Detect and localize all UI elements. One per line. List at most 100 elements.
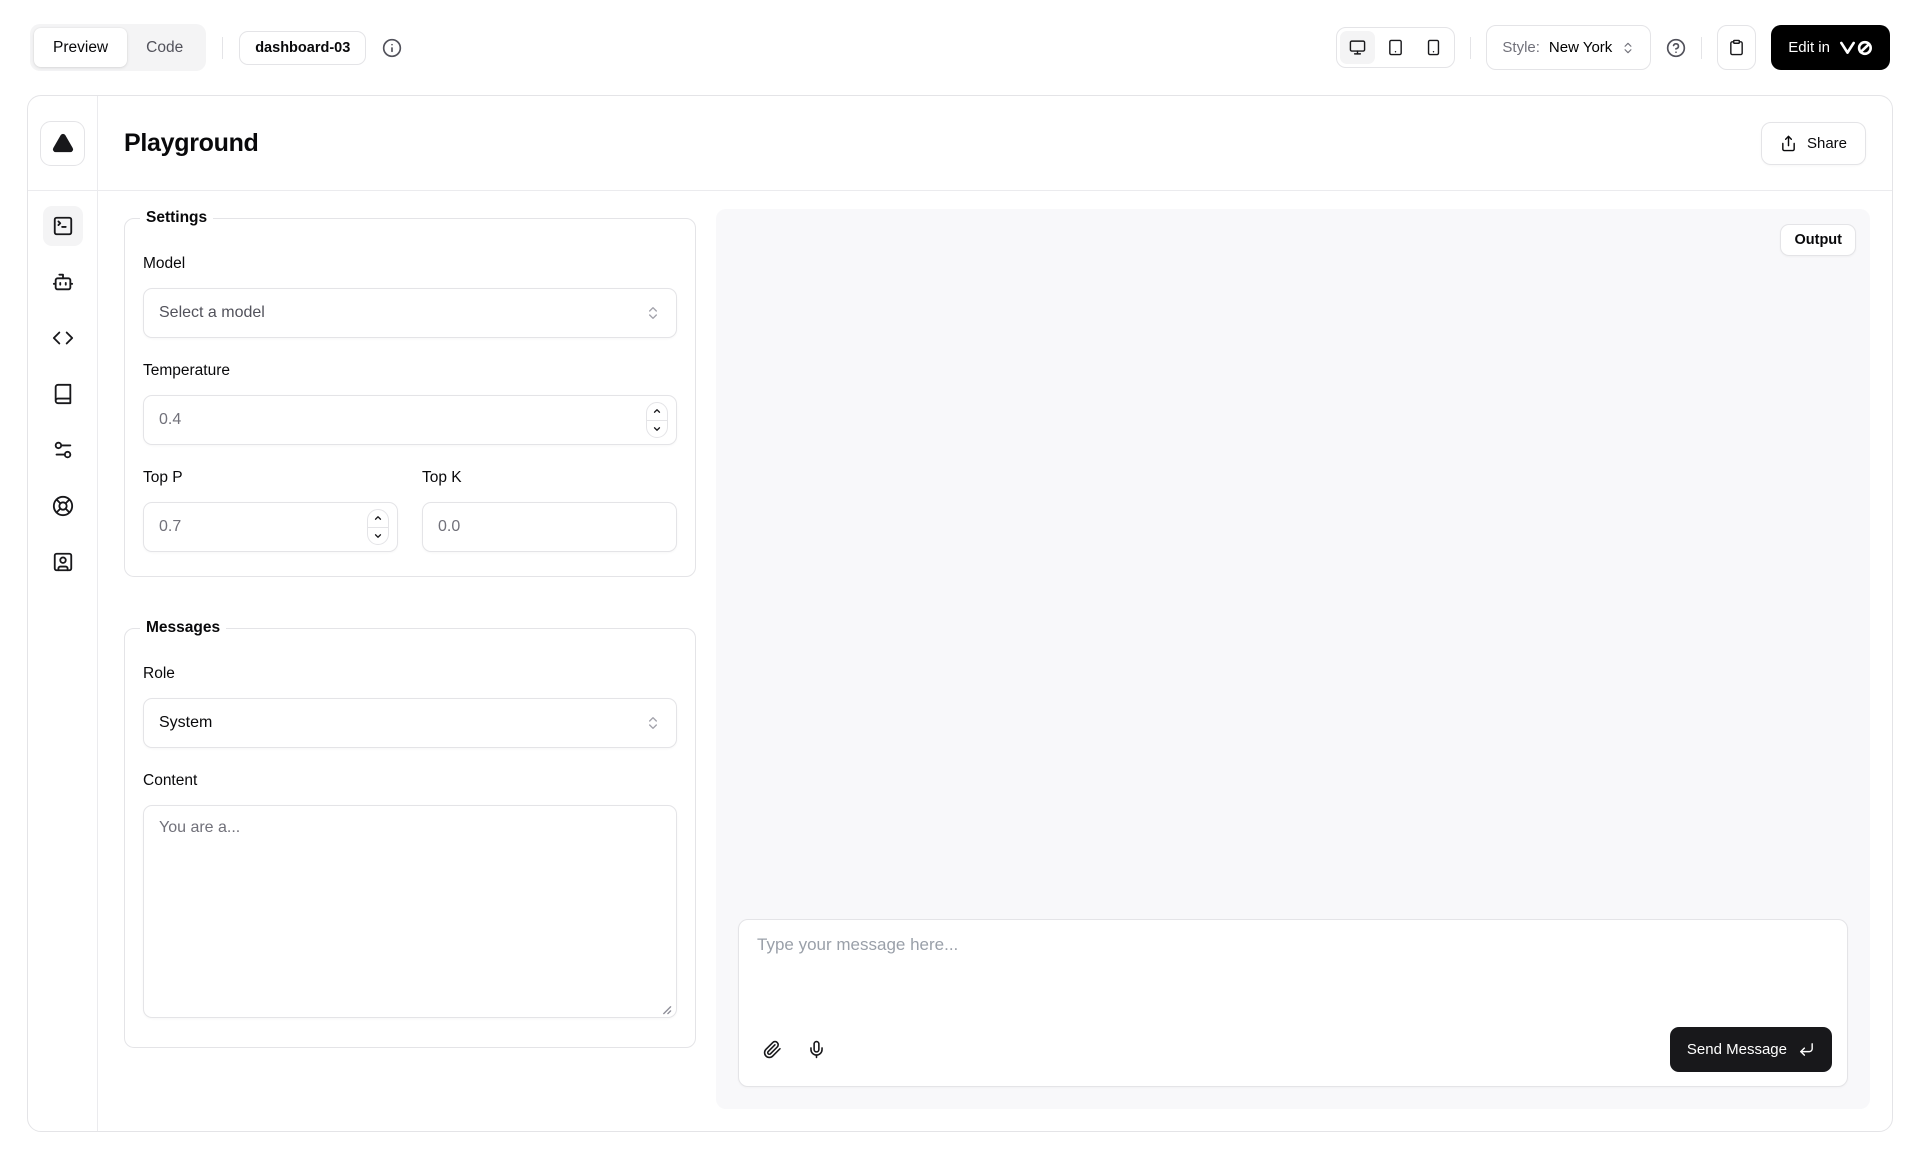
help-circle-icon xyxy=(1666,38,1686,58)
smartphone-icon xyxy=(1425,39,1442,56)
mic-icon xyxy=(807,1040,826,1059)
project-badge: dashboard-03 xyxy=(239,31,366,65)
chevrons-up-down-icon xyxy=(645,305,661,321)
info-icon xyxy=(382,38,402,58)
settings-fieldset: Settings Model Select a model Temperatur… xyxy=(124,209,696,577)
divider xyxy=(1470,37,1471,59)
device-desktop-toggle[interactable] xyxy=(1340,31,1375,64)
chevron-up-icon[interactable] xyxy=(368,510,388,527)
chevron-down-icon[interactable] xyxy=(368,527,388,545)
content-label: Content xyxy=(143,772,677,790)
top-p-stepper[interactable] xyxy=(367,509,389,545)
settings-legend: Settings xyxy=(140,209,213,227)
sidebar-item-playground[interactable] xyxy=(43,206,83,246)
device-tablet-toggle[interactable] xyxy=(1378,31,1413,64)
model-label: Model xyxy=(143,255,677,273)
paperclip-icon xyxy=(763,1040,782,1059)
sidebar-item-documentation[interactable] xyxy=(43,374,83,414)
playground-body: Settings Model Select a model Temperatur… xyxy=(98,191,1892,1131)
chevron-up-icon[interactable] xyxy=(647,403,667,420)
divider xyxy=(222,37,223,59)
messages-legend: Messages xyxy=(140,619,226,637)
use-microphone-button[interactable] xyxy=(798,1032,834,1068)
temperature-stepper[interactable] xyxy=(646,402,668,438)
sidebar-item-settings[interactable] xyxy=(43,430,83,470)
temperature-input[interactable] xyxy=(143,395,677,445)
copy-code-button[interactable] xyxy=(1717,25,1756,70)
temperature-field: Temperature xyxy=(143,362,677,445)
sidebar-nav xyxy=(28,191,97,617)
style-select-value: New York xyxy=(1549,39,1612,56)
style-select-label: Style: xyxy=(1502,39,1540,56)
preview-frame: Playground Share Settings Model Select a… xyxy=(27,95,1893,1132)
style-select-box: Style: New York xyxy=(1486,25,1651,70)
messages-fieldset: Messages Role System Content xyxy=(124,619,696,1048)
code-icon xyxy=(52,327,74,349)
output-badge: Output xyxy=(1780,224,1856,256)
edit-in-v0-label: Edit in xyxy=(1788,39,1830,56)
style-select[interactable]: Style: New York xyxy=(1486,25,1651,70)
page-title: Playground xyxy=(124,129,259,158)
top-p-input[interactable] xyxy=(143,502,398,552)
monitor-icon xyxy=(1349,39,1366,56)
top-p-field: Top P xyxy=(143,469,398,552)
send-message-button[interactable]: Send Message xyxy=(1670,1027,1832,1072)
chevron-down-icon[interactable] xyxy=(647,420,667,438)
divider xyxy=(1701,37,1702,59)
model-field: Model Select a model xyxy=(143,255,677,338)
share-button-label: Share xyxy=(1807,135,1847,152)
share-button[interactable]: Share xyxy=(1761,122,1866,165)
life-buoy-icon xyxy=(52,495,74,517)
top-p-label: Top P xyxy=(143,469,398,487)
clipboard-icon xyxy=(1728,39,1745,56)
bot-icon xyxy=(52,271,74,293)
output-panel: Output xyxy=(716,209,1870,1109)
sidebar-item-help[interactable] xyxy=(43,486,83,526)
triangle-logo-icon xyxy=(52,132,74,154)
sidebar-item-models[interactable] xyxy=(43,262,83,302)
toolbar-right-group: Style: New York Edit in xyxy=(1336,25,1890,70)
model-select[interactable]: Select a model xyxy=(143,288,677,338)
edit-in-v0-button[interactable]: Edit in xyxy=(1771,25,1890,70)
square-user-icon xyxy=(52,551,74,573)
main-content: Playground Share Settings Model Select a… xyxy=(98,96,1892,1131)
attach-file-button[interactable] xyxy=(754,1032,790,1068)
top-toolbar: Preview Code dashboard-03 xyxy=(0,0,1920,95)
role-field: Role System xyxy=(143,665,677,748)
settings-column: Settings Model Select a model Temperatur… xyxy=(124,209,696,1109)
send-message-label: Send Message xyxy=(1687,1041,1787,1058)
corner-down-left-icon xyxy=(1798,1041,1815,1058)
temperature-label: Temperature xyxy=(143,362,677,380)
sidebar-item-account[interactable] xyxy=(43,542,83,582)
sidebar-bottom-group xyxy=(43,486,83,602)
chevrons-up-down-icon xyxy=(1621,41,1635,55)
role-select-value: System xyxy=(159,714,212,732)
sidebar-rail xyxy=(28,96,98,1131)
info-button[interactable] xyxy=(382,38,402,58)
device-toggle-group xyxy=(1336,27,1455,68)
tab-preview[interactable]: Preview xyxy=(34,28,127,67)
view-mode-tabs: Preview Code xyxy=(30,24,206,71)
tablet-icon xyxy=(1387,39,1404,56)
square-terminal-icon xyxy=(52,215,74,237)
chevrons-up-down-icon xyxy=(645,715,661,731)
app-logo-button[interactable] xyxy=(40,121,85,166)
tab-code[interactable]: Code xyxy=(127,28,202,67)
page-header: Playground Share xyxy=(98,96,1892,191)
share-icon xyxy=(1780,135,1797,152)
device-phone-toggle[interactable] xyxy=(1416,31,1451,64)
top-p-k-row: Top P Top K xyxy=(143,469,677,552)
top-k-input[interactable] xyxy=(422,502,677,552)
sidebar-logo-cell xyxy=(28,96,97,191)
message-composer: Send Message xyxy=(738,919,1848,1087)
role-select[interactable]: System xyxy=(143,698,677,748)
v0-logo-icon xyxy=(1839,40,1873,56)
settings-sliders-icon xyxy=(52,439,74,461)
top-k-field: Top K xyxy=(422,469,677,552)
content-field: Content xyxy=(143,772,677,1023)
sidebar-item-api[interactable] xyxy=(43,318,83,358)
top-k-label: Top K xyxy=(422,469,677,487)
content-textarea[interactable] xyxy=(143,805,677,1018)
help-button[interactable] xyxy=(1666,38,1686,58)
message-input[interactable] xyxy=(754,933,1832,1027)
